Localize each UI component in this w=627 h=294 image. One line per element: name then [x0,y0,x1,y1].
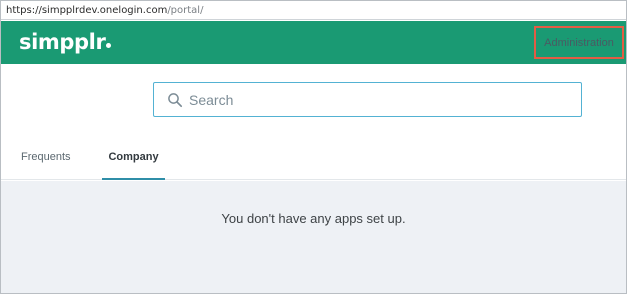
search-input[interactable] [189,87,549,112]
logo-dot-icon [106,43,112,48]
tab-frequents[interactable]: Frequents [21,135,71,180]
url-host: https://simpplrdev.onelogin.com [6,4,168,16]
simpplr-logo[interactable]: simpplr [19,30,112,54]
administration-link[interactable]: Administration [534,26,624,59]
search-box[interactable] [153,82,582,117]
administration-label: Administration [544,36,614,49]
url-path: /portal/ [167,4,204,16]
search-icon [168,92,183,107]
tab-bar: Frequents Company [1,135,626,180]
logo-text: simpplr [19,30,106,54]
app-header: simpplr Administration [1,21,626,64]
tab-company[interactable]: Company [102,135,165,180]
empty-state-message: You don't have any apps set up. [221,211,406,226]
address-bar[interactable]: https://simpplrdev.onelogin.com/portal/ [1,1,626,20]
browser-window: https://simpplrdev.onelogin.com/portal/ … [0,0,627,294]
apps-content-area: You don't have any apps set up. [1,181,626,293]
